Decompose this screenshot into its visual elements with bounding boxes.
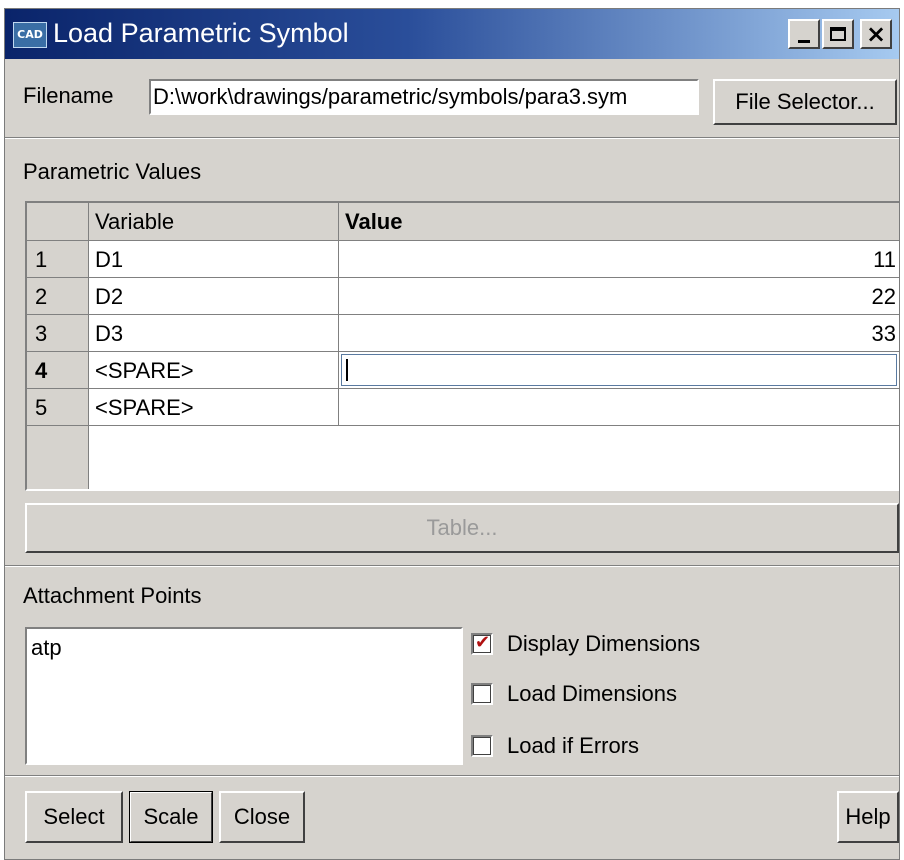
- close-window-button[interactable]: ×: [860, 19, 892, 49]
- value-edit-field[interactable]: [341, 354, 897, 386]
- variable-cell[interactable]: <SPARE>: [89, 352, 339, 389]
- title-bar[interactable]: CAD Load Parametric Symbol ×: [5, 9, 899, 59]
- close-button[interactable]: Close: [219, 791, 305, 843]
- parametric-values-label: Parametric Values: [23, 159, 202, 184]
- attachment-points-list[interactable]: atp: [25, 627, 463, 765]
- value-cell[interactable]: 11: [339, 241, 899, 278]
- list-item[interactable]: atp: [31, 635, 62, 661]
- load-if-errors-checkbox[interactable]: [471, 735, 493, 757]
- column-header-value[interactable]: Value: [339, 203, 899, 241]
- grid-corner: [27, 203, 89, 241]
- parametric-values-grid[interactable]: Variable Value 1 D1 11 2 D2 22 3 D3 33 4…: [25, 201, 899, 491]
- value-cell[interactable]: 33: [339, 315, 899, 352]
- row-header-active[interactable]: 4: [27, 352, 89, 389]
- attachment-points-label: Attachment Points: [23, 583, 202, 608]
- separator: [5, 775, 899, 777]
- load-dimensions-label[interactable]: Load Dimensions: [507, 681, 677, 707]
- row-header[interactable]: 5: [27, 389, 89, 426]
- minimize-icon: [798, 39, 810, 43]
- text-caret: [346, 359, 348, 381]
- select-button[interactable]: Select: [25, 791, 123, 843]
- variable-cell[interactable]: D2: [89, 278, 339, 315]
- scale-button[interactable]: Scale: [129, 791, 213, 843]
- display-dimensions-checkbox[interactable]: ✔: [471, 632, 493, 655]
- window-title: Load Parametric Symbol: [53, 18, 349, 48]
- app-icon: CAD: [13, 22, 47, 48]
- load-parametric-symbol-dialog: CAD Load Parametric Symbol × Filename Fi…: [4, 8, 900, 860]
- maximize-button[interactable]: [822, 19, 854, 49]
- row-header[interactable]: 2: [27, 278, 89, 315]
- checkmark-icon: ✔: [475, 632, 491, 653]
- row-header[interactable]: 3: [27, 315, 89, 352]
- value-cell[interactable]: [339, 389, 899, 426]
- variable-cell[interactable]: D1: [89, 241, 339, 278]
- value-cell[interactable]: [339, 352, 899, 389]
- file-selector-button[interactable]: File Selector...: [713, 79, 897, 125]
- separator: [5, 137, 899, 139]
- variable-cell[interactable]: <SPARE>: [89, 389, 339, 426]
- column-header-variable[interactable]: Variable: [89, 203, 339, 241]
- maximize-icon: [830, 27, 846, 41]
- load-if-errors-label[interactable]: Load if Errors: [507, 733, 639, 759]
- help-button[interactable]: Help: [837, 791, 899, 843]
- variable-cell[interactable]: D3: [89, 315, 339, 352]
- filename-input[interactable]: [149, 79, 699, 115]
- separator: [5, 565, 899, 567]
- row-header-filler: [27, 426, 89, 489]
- display-dimensions-label[interactable]: Display Dimensions: [507, 631, 700, 657]
- table-button[interactable]: Table...: [25, 503, 899, 553]
- load-dimensions-checkbox[interactable]: [471, 683, 493, 705]
- value-cell[interactable]: 22: [339, 278, 899, 315]
- filename-label: Filename: [23, 83, 114, 108]
- row-header[interactable]: 1: [27, 241, 89, 278]
- close-icon: ×: [865, 20, 887, 48]
- minimize-button[interactable]: [788, 19, 820, 49]
